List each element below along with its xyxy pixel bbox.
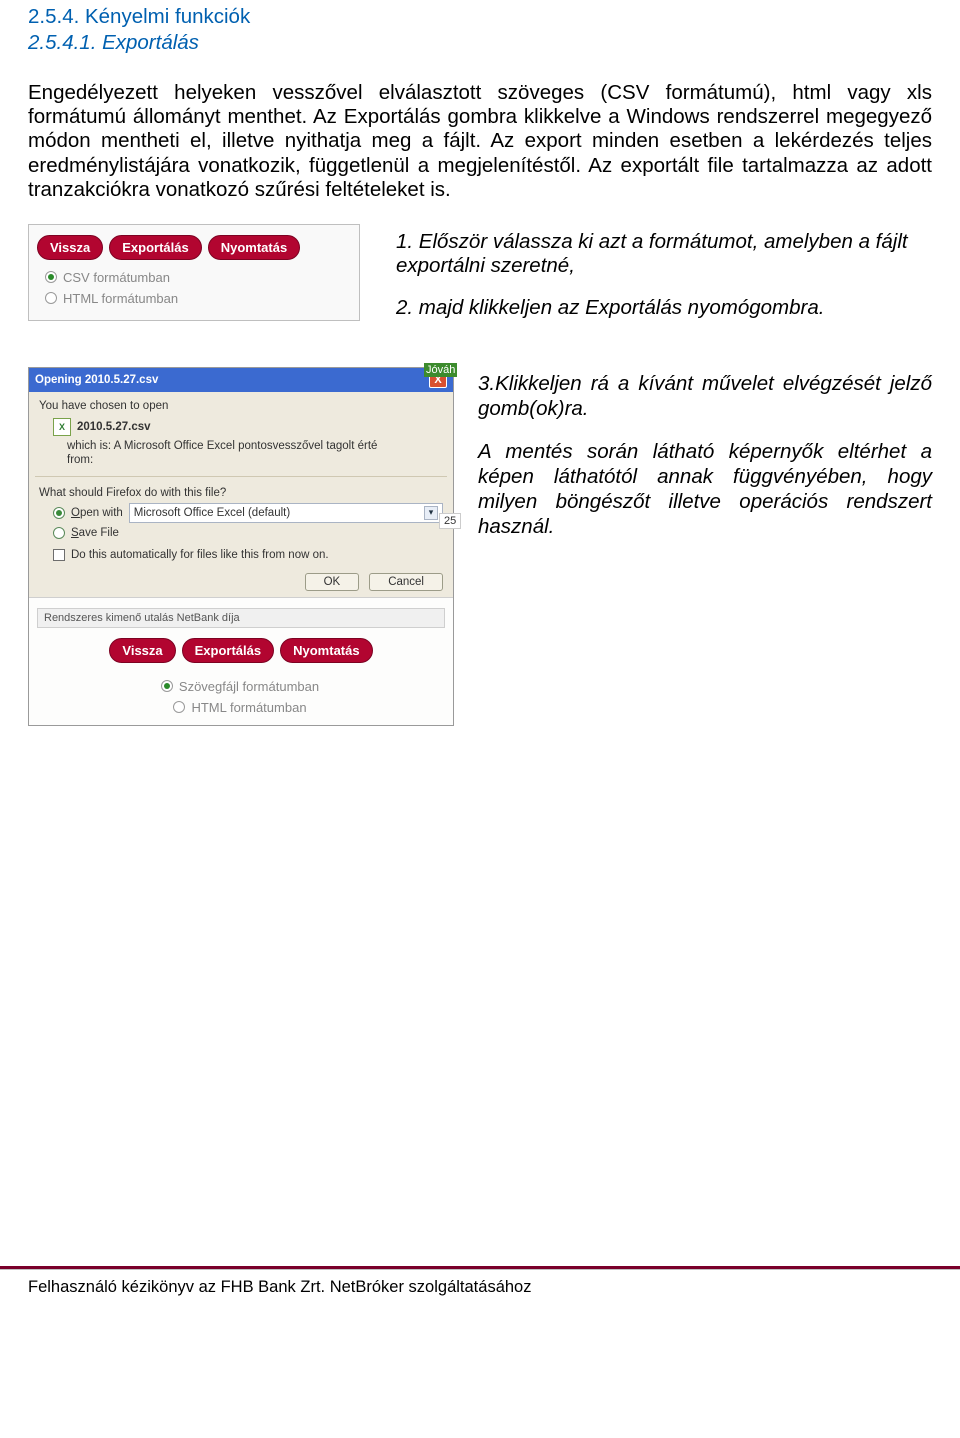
export-button[interactable]: Exportálás [109, 235, 201, 260]
cancel-button[interactable]: Cancel [369, 573, 443, 591]
lower-export-button[interactable]: Exportálás [182, 638, 274, 663]
back-button[interactable]: Vissza [37, 235, 103, 260]
open-with-radio[interactable] [53, 507, 65, 519]
excel-file-icon: X [53, 418, 71, 436]
radio-html[interactable] [45, 292, 57, 304]
step-1: 1. Először válassza ki azt a formátumot,… [396, 230, 932, 278]
print-button[interactable]: Nyomtatás [208, 235, 300, 260]
save-file-label: Save FileSave File [71, 527, 119, 539]
lower-print-button[interactable]: Nyomtatás [280, 638, 372, 663]
dialog-which-is: which is: A Microsoft Office Excel ponto… [67, 440, 443, 452]
radio-csv[interactable] [45, 271, 57, 283]
step-3: 3.Klikkeljen rá a kívánt művelet elvégzé… [478, 371, 932, 421]
auto-label: Do this automatically for files like thi… [71, 549, 329, 561]
lower-stripe: Rendszeres kimenő utalás NetBank díja [37, 608, 445, 628]
footer-text: Felhasználó kézikönyv az FHB Bank Zrt. N… [28, 1278, 932, 1297]
lower-radio-txt-label: Szövegfájl formátumban [179, 679, 319, 694]
number-25-stub: 25 [439, 513, 461, 529]
save-file-radio[interactable] [53, 527, 65, 539]
lower-radio-html-label: HTML formátumban [191, 700, 306, 715]
open-with-value: Microsoft Office Excel (default) [134, 507, 290, 519]
radio-csv-label: CSV formátumban [63, 270, 170, 285]
green-stub: Jóváh [424, 363, 457, 377]
heading-2541: 2.5.4.1. Exportálás [28, 31, 932, 55]
open-with-label: OOpen withpen with [71, 507, 123, 519]
dialog-filename: 2010.5.27.csv [77, 421, 151, 433]
dialog-from: from: [67, 454, 443, 466]
heading-254: 2.5.4. Kényelmi funkciók [28, 5, 932, 29]
dialog-chosen-text: You have chosen to open [39, 400, 443, 412]
open-with-combo[interactable]: Microsoft Office Excel (default) ▾ [129, 503, 443, 523]
lower-radio-html[interactable] [173, 701, 185, 713]
lower-back-button[interactable]: Vissza [109, 638, 175, 663]
dialog-question: What should Firefox do with this file? [39, 487, 443, 499]
footer-rule-light [0, 1269, 960, 1270]
auto-checkbox[interactable] [53, 549, 65, 561]
radio-html-label: HTML formátumban [63, 291, 178, 306]
step-4: A mentés során látható képernyők eltérhe… [478, 439, 932, 539]
intro-paragraph: Engedélyezett helyeken vesszővel elválas… [28, 81, 932, 202]
export-panel-screenshot: Vissza Exportálás Nyomtatás CSV formátum… [28, 224, 360, 321]
chevron-down-icon: ▾ [424, 506, 438, 520]
firefox-open-dialog: Opening 2010.5.27.csv X You have chosen … [28, 367, 454, 726]
step-2: 2. majd klikkeljen az Exportálás nyomógo… [396, 296, 932, 320]
ok-button[interactable]: OK [305, 573, 360, 591]
dialog-title: Opening 2010.5.27.csv [35, 374, 158, 386]
lower-radio-txt[interactable] [161, 680, 173, 692]
